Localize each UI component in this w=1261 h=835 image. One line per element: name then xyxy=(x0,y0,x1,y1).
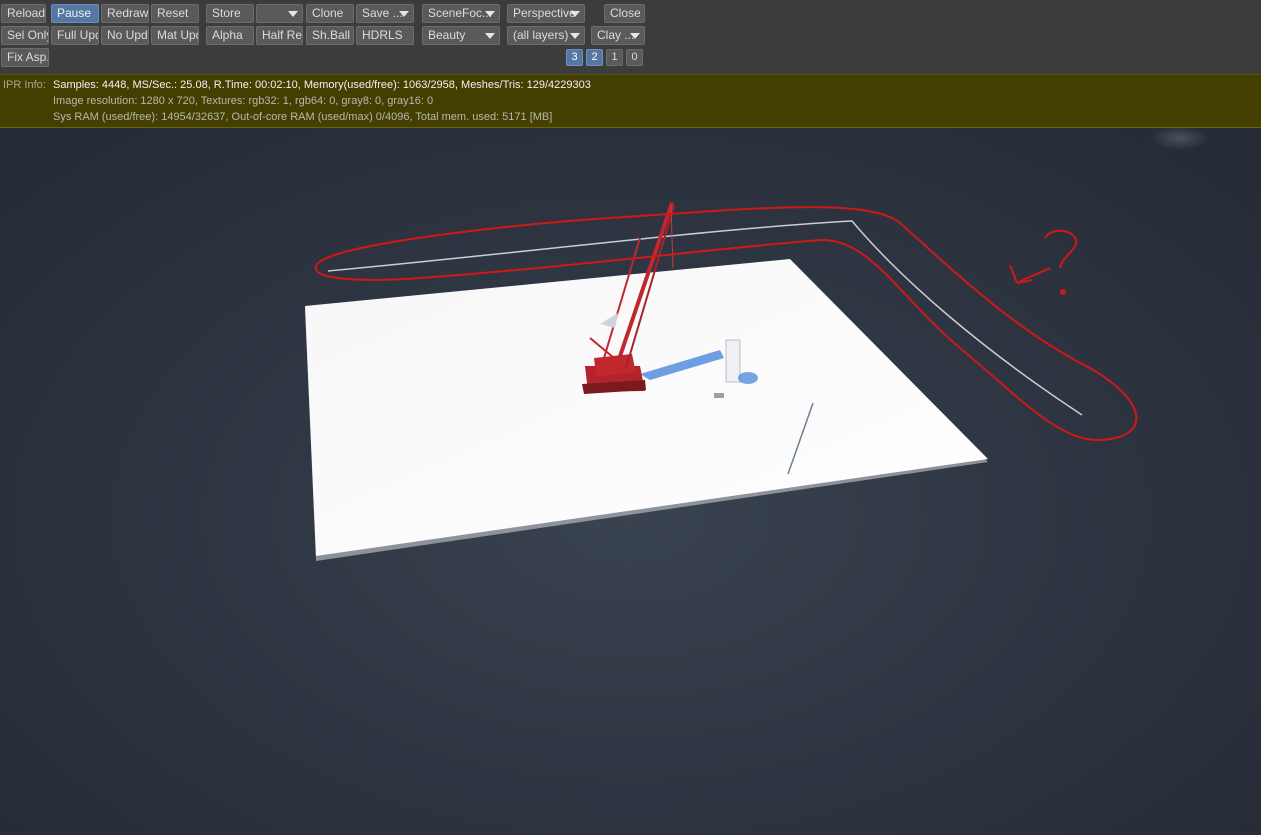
fix-aspect-button[interactable]: Fix Asp. xyxy=(1,48,49,67)
chevron-down-icon xyxy=(288,11,298,17)
post-shadow xyxy=(738,372,758,384)
pause-button[interactable]: Pause xyxy=(51,4,99,23)
shader-ball-button[interactable]: Sh.Ball xyxy=(306,26,354,45)
small-object xyxy=(714,393,724,398)
page-button-1[interactable]: 1 xyxy=(606,49,623,66)
render-scene: ? xyxy=(305,128,1210,561)
no-update-button[interactable]: No Upd. xyxy=(101,26,149,45)
image-resolution-line: Image resolution: 1280 x 720, Textures: … xyxy=(53,95,434,107)
render-stats-line: Samples: 4448, MS/Sec.: 25.08, R.Time: 0… xyxy=(53,79,591,91)
material-update-button[interactable]: Mat Upd xyxy=(151,26,199,45)
render-viewport[interactable]: ? xyxy=(0,128,1261,835)
clone-button[interactable]: Clone xyxy=(306,4,354,23)
chevron-down-icon xyxy=(570,11,580,17)
save-label: Save ... xyxy=(362,6,403,20)
render-pass-label: Beauty xyxy=(428,28,466,42)
layers-dropdown[interactable]: (all layers) xyxy=(507,26,585,45)
chevron-down-icon xyxy=(630,33,640,39)
chevron-down-icon xyxy=(399,11,409,17)
memory-usage-line: Sys RAM (used/free): 14954/32637, Out-of… xyxy=(53,111,553,123)
hdrls-button[interactable]: HDRLS xyxy=(356,26,414,45)
scene-focus-dropdown[interactable]: SceneFoc... xyxy=(422,4,500,23)
page-button-3[interactable]: 3 xyxy=(566,49,583,66)
chevron-down-icon xyxy=(485,11,495,17)
page-button-0[interactable]: 0 xyxy=(626,49,643,66)
clay-dropdown[interactable]: Clay ... xyxy=(591,26,645,45)
scene-focus-label: SceneFoc... xyxy=(428,6,493,20)
save-dropdown[interactable]: Save ... xyxy=(356,4,414,23)
full-update-button[interactable]: Full Upd. xyxy=(51,26,99,45)
layers-label: (all layers) xyxy=(513,28,569,42)
clay-label: Clay ... xyxy=(597,28,635,42)
tower-post xyxy=(725,339,741,383)
half-res-button[interactable]: Half Res xyxy=(256,26,303,45)
ipr-toolbar: Reload Pause Redraw Reset Store Clone Sa… xyxy=(0,0,1261,74)
sel-only-button[interactable]: Sel Only xyxy=(1,26,49,45)
render-pass-dropdown[interactable]: Beauty xyxy=(422,26,500,45)
ipr-info-label: IPR Info: xyxy=(3,79,46,91)
chevron-down-icon xyxy=(485,33,495,39)
ipr-info-panel: IPR Info: Samples: 4448, MS/Sec.: 25.08,… xyxy=(0,74,1261,128)
reset-button[interactable]: Reset xyxy=(151,4,199,23)
store-button[interactable]: Store xyxy=(206,4,254,23)
redraw-button[interactable]: Redraw xyxy=(101,4,149,23)
store-slot-dropdown[interactable] xyxy=(256,4,303,23)
camera-label: Perspective xyxy=(513,6,576,20)
light-glow xyxy=(1150,128,1210,150)
camera-dropdown[interactable]: Perspective xyxy=(507,4,585,23)
reload-button[interactable]: Reload xyxy=(1,4,46,23)
close-button[interactable]: Close xyxy=(604,4,645,23)
alpha-button[interactable]: Alpha xyxy=(206,26,254,45)
page-button-2[interactable]: 2 xyxy=(586,49,603,66)
chevron-down-icon xyxy=(570,33,580,39)
